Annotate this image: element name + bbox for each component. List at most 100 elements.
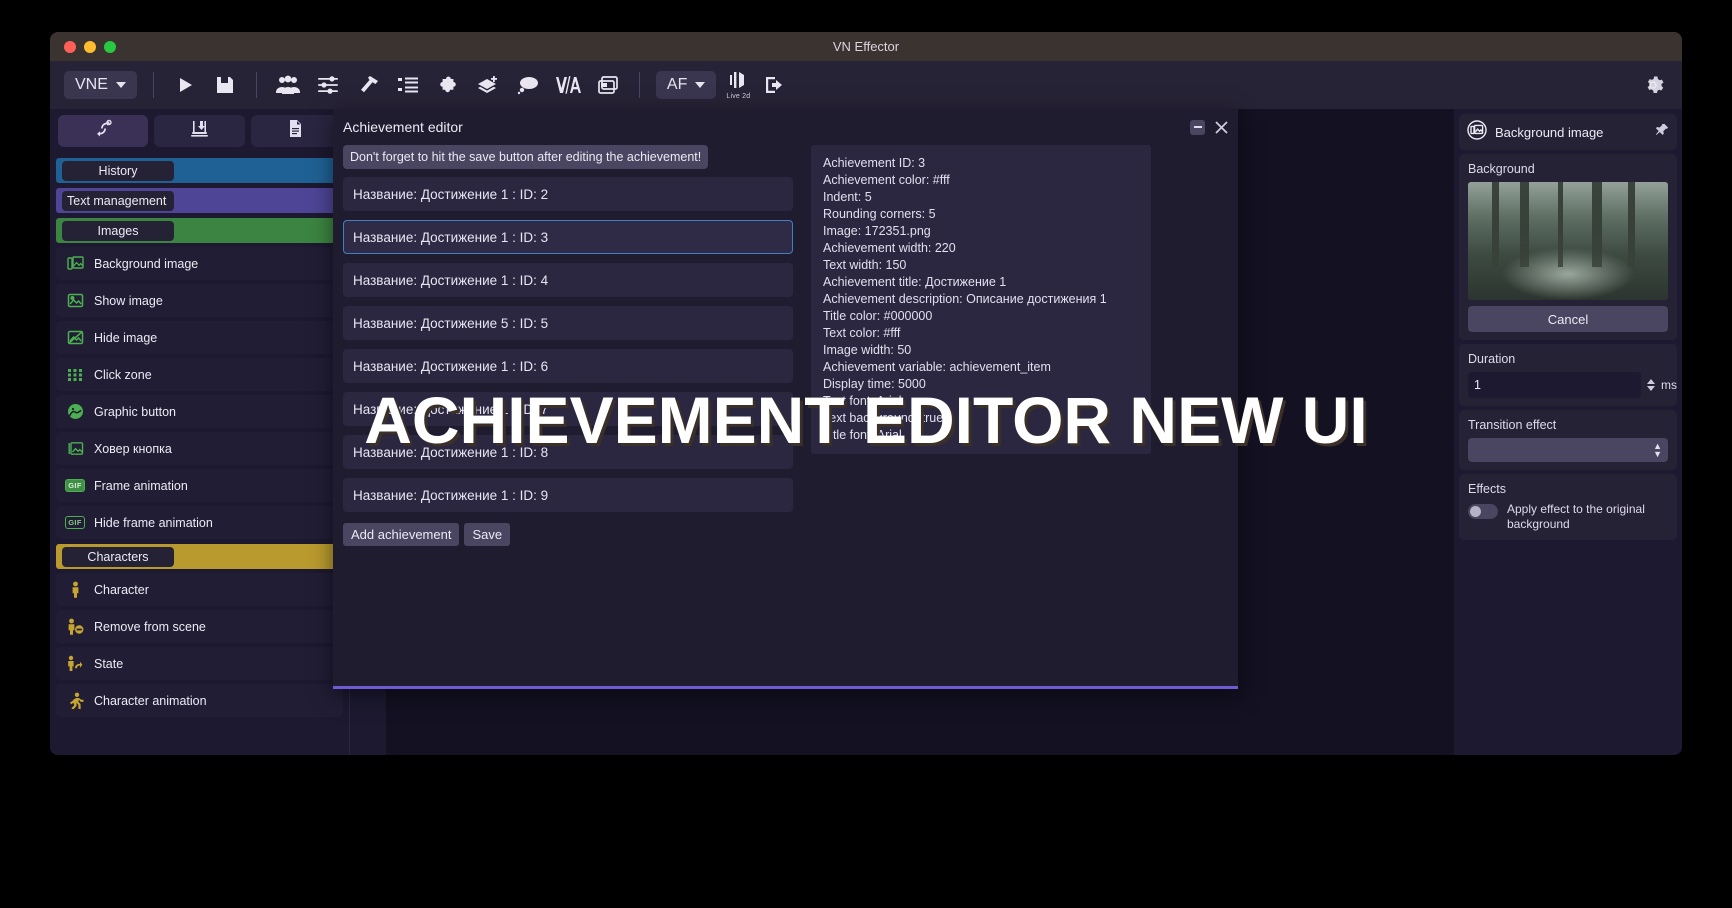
- achievement-list-item[interactable]: Название: Достижение 1 : ID: 9: [343, 478, 793, 512]
- sidebar-item-state[interactable]: State: [56, 647, 343, 680]
- close-icon[interactable]: [1215, 120, 1228, 134]
- sidebar-item-remove-from-scene[interactable]: Remove from scene: [56, 610, 343, 643]
- windows-icon[interactable]: [593, 70, 623, 100]
- click-zone-icon: [66, 366, 84, 384]
- sidebar-item-click-zone[interactable]: Click zone: [56, 358, 343, 391]
- puzzle-icon[interactable]: [433, 70, 463, 100]
- save-icon[interactable]: [210, 70, 240, 100]
- live2d-label: Live 2d: [726, 93, 751, 100]
- achievement-detail-line: Text font: Arial: [823, 394, 902, 408]
- layers-add-icon[interactable]: [473, 70, 503, 100]
- hover-button-icon: [66, 440, 84, 458]
- add-achievement-button[interactable]: Add achievement: [343, 523, 460, 546]
- sidebar-category-text-management[interactable]: Text management: [56, 188, 343, 213]
- effects-label: Effects: [1468, 482, 1506, 496]
- sidebar-item-character[interactable]: Character: [56, 573, 343, 606]
- sidebar-item-document[interactable]: [250, 115, 341, 147]
- sidebar-item-label: Background image: [94, 256, 199, 271]
- right-panel-header: Background image: [1459, 114, 1677, 150]
- apply-effect-label: Apply effect to the original background: [1507, 502, 1645, 531]
- sidebar-item-show-image[interactable]: Show image: [56, 284, 343, 317]
- save-button[interactable]: Save: [464, 523, 511, 546]
- sidebar-item-label: Hide frame animation: [94, 515, 213, 530]
- project-menu-button[interactable]: VNE: [64, 71, 137, 99]
- achievement-list-item[interactable]: Название: Достижение 1 : ID: 3: [343, 220, 793, 254]
- sidebar-item-label: Frame animation: [94, 478, 188, 493]
- cancel-button[interactable]: Cancel: [1468, 306, 1668, 332]
- achievement-detail-line: Achievement color: #fff: [823, 173, 950, 187]
- sidebar-item-frame-animation[interactable]: GIF Frame animation: [56, 469, 343, 502]
- apply-effect-toggle[interactable]: [1468, 504, 1498, 519]
- achievement-details-panel: Achievement ID: 3 Achievement color: #fff…: [811, 145, 1151, 454]
- left-sidebar: History Text management Images Backgroun…: [50, 109, 350, 755]
- achievement-list-item[interactable]: Название: Достижение 1 : ID: 4: [343, 263, 793, 297]
- sidebar-item-hide-frame-animation[interactable]: GIF Hide frame animation: [56, 506, 343, 539]
- list-tree-icon[interactable]: [393, 70, 423, 100]
- sound-wave-icon: [727, 70, 749, 95]
- achievement-detail-line: Achievement ID: 3: [823, 156, 926, 170]
- sidebar-category-label: Text management: [62, 190, 174, 211]
- show-image-icon: [66, 292, 84, 310]
- sidebar-category-history[interactable]: History: [56, 158, 343, 183]
- export-icon[interactable]: [760, 70, 790, 100]
- toggle-knob: [1470, 506, 1481, 517]
- play-icon[interactable]: [170, 70, 200, 100]
- toolbar-divider-3: [638, 72, 640, 98]
- background-thumbnail[interactable]: [1468, 182, 1668, 300]
- background-image-icon: [66, 255, 84, 273]
- achievement-detail-line: Achievement description: Описание достиж…: [823, 292, 1107, 306]
- sidebar-category-images[interactable]: Images: [56, 218, 343, 243]
- af-menu-button[interactable]: AF: [655, 71, 717, 99]
- hide-image-icon: [66, 329, 84, 347]
- duration-card: Duration ms: [1459, 344, 1677, 406]
- window-title: VN Effector: [832, 39, 900, 54]
- sidebar-item-import[interactable]: [154, 115, 245, 147]
- sidebar-category-characters[interactable]: Characters: [56, 544, 343, 569]
- achievement-detail-line: Text background: true: [823, 411, 944, 425]
- sidebar-item-character-animation[interactable]: Character animation: [56, 684, 343, 717]
- achievement-list-item[interactable]: Название: Достижение 1 : ID: 2: [343, 177, 793, 211]
- achievement-list-item[interactable]: Название: Достижение 5 : ID: 5: [343, 306, 793, 340]
- background-label: Background: [1468, 162, 1535, 176]
- duration-stepper[interactable]: [1647, 379, 1655, 391]
- sliders-icon[interactable]: [313, 70, 343, 100]
- workspace: History Text management Images Backgroun…: [50, 109, 1682, 755]
- sidebar-item-label: Ховер кнопка: [94, 441, 172, 456]
- chevron-updown-icon: ▲ ▼: [1653, 441, 1662, 459]
- gif-icon: GIF: [65, 477, 85, 495]
- hammer-icon[interactable]: [353, 70, 383, 100]
- sidebar-item-background-image[interactable]: Background image: [56, 247, 343, 280]
- gear-icon[interactable]: [1638, 70, 1668, 100]
- sidebar-item-label: Show image: [94, 293, 163, 308]
- sidebar-item-transitions[interactable]: [58, 115, 149, 147]
- pin-icon[interactable]: [1655, 123, 1669, 142]
- effects-card: Effects Apply effect to the original bac…: [1459, 474, 1677, 540]
- speech-bubble-icon[interactable]: [513, 70, 543, 100]
- transition-select[interactable]: ▲ ▼: [1468, 438, 1668, 462]
- shuffle-icon: [94, 119, 113, 143]
- sidebar-item-hover-button[interactable]: Ховер кнопка: [56, 432, 343, 465]
- person-state-icon: [66, 655, 84, 673]
- background-card: Background Cancel: [1459, 154, 1677, 340]
- voice-audio-icon[interactable]: [553, 70, 583, 100]
- window-titlebar: VN Effector: [50, 32, 1682, 61]
- achievement-list-item[interactable]: Название: Достижение 1 : ID: 8: [343, 435, 793, 469]
- achievement-list-item[interactable]: Название: Достижение 1 : ID: 7: [343, 392, 793, 426]
- duration-input[interactable]: [1468, 372, 1641, 398]
- sidebar-item-hide-image[interactable]: Hide image: [56, 321, 343, 354]
- minimize-icon[interactable]: [1190, 119, 1205, 135]
- live2d-button[interactable]: Live 2d: [726, 70, 750, 100]
- sidebar-item-label: Remove from scene: [94, 619, 206, 634]
- achievement-detail-line: Title color: #000000: [823, 309, 933, 323]
- sidebar-item-graphic-button[interactable]: Graphic button: [56, 395, 343, 428]
- sidebar-item-label: Hide image: [94, 330, 158, 345]
- achievement-detail-line: Text color: #fff: [823, 326, 901, 340]
- graphic-button-icon: [66, 403, 84, 421]
- characters-icon[interactable]: [273, 70, 303, 100]
- sidebar-category-label: Images: [62, 220, 174, 241]
- achievement-list-item[interactable]: Название: Достижение 1 : ID: 6: [343, 349, 793, 383]
- sidebar-category-label: History: [62, 160, 174, 181]
- achievement-list-column: Don't forget to hit the save button afte…: [343, 145, 793, 686]
- achievement-list: Название: Достижение 1 : ID: 2 Название: …: [343, 177, 793, 521]
- af-menu-label: AF: [666, 76, 688, 93]
